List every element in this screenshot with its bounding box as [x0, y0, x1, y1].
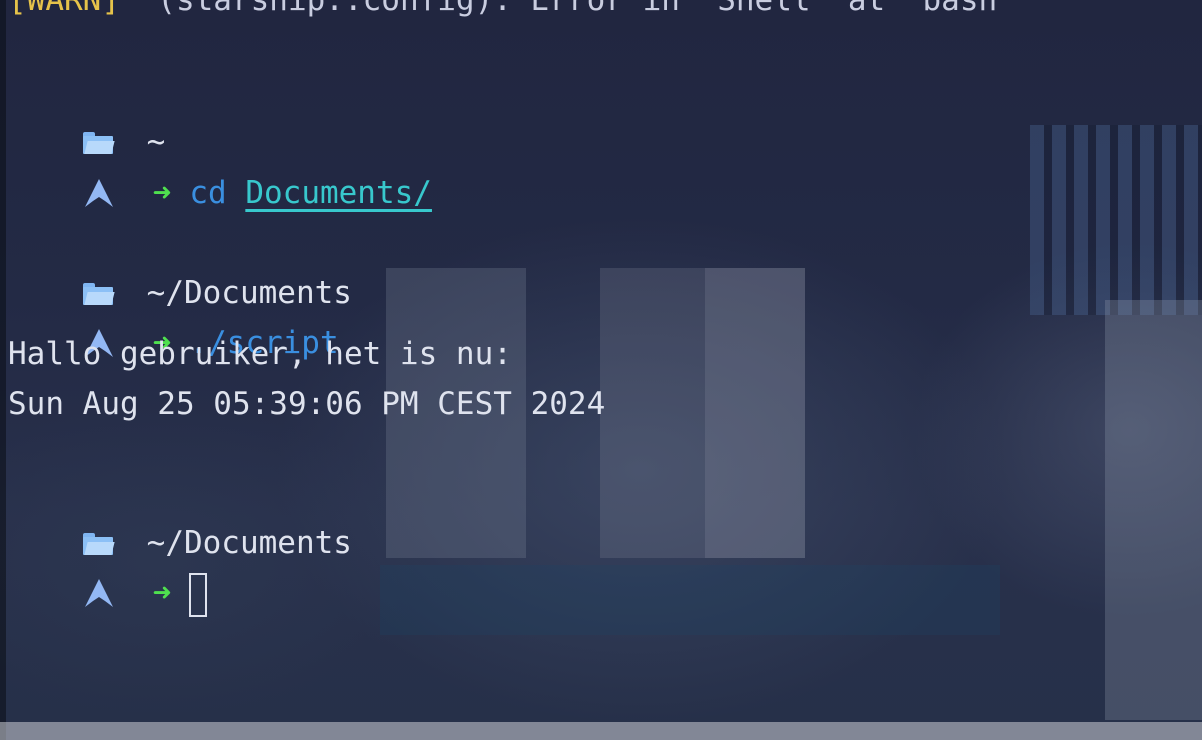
- command-argument-link[interactable]: Documents/: [245, 175, 432, 211]
- wallpaper-shape: [380, 565, 1000, 635]
- output-line: Sun Aug 25 05:39:06 PM CEST 2024: [8, 386, 606, 422]
- arch-linux-icon: [84, 579, 113, 607]
- window-edge: [0, 722, 1202, 740]
- command-line: ➜ cd Documents/: [8, 133, 432, 211]
- wallpaper-shape: [705, 268, 805, 558]
- arch-linux-icon: [84, 179, 113, 207]
- window-edge: [0, 0, 6, 740]
- command-line[interactable]: ➜: [8, 533, 208, 617]
- command-name: cd: [189, 175, 227, 211]
- warning-line: [WARN] (starship::config): Error in 'She…: [8, 0, 1016, 20]
- wallpaper-shape: [1105, 300, 1202, 720]
- prompt-path-line: ~/Documents: [8, 483, 352, 561]
- prompt-arrow: ➜: [152, 175, 172, 211]
- wallpaper-shape: [1030, 125, 1202, 315]
- prompt-path-line: ~/Documents: [8, 233, 352, 311]
- wallpaper-shape: [600, 268, 805, 558]
- prompt-arrow: ➜: [152, 575, 172, 611]
- text-cursor[interactable]: [189, 573, 208, 617]
- command-line: ➜ ./script: [8, 283, 339, 361]
- output-line: Hallo gebruiker, het is nu:: [8, 336, 512, 372]
- terminal-window[interactable]: [WARN] (starship::config): Error in 'She…: [0, 0, 1202, 740]
- prompt-path-line: ~: [8, 82, 165, 160]
- warn-message: (starship::config): Error in 'Shell' at …: [119, 0, 1016, 18]
- warn-tag: [WARN]: [8, 0, 120, 18]
